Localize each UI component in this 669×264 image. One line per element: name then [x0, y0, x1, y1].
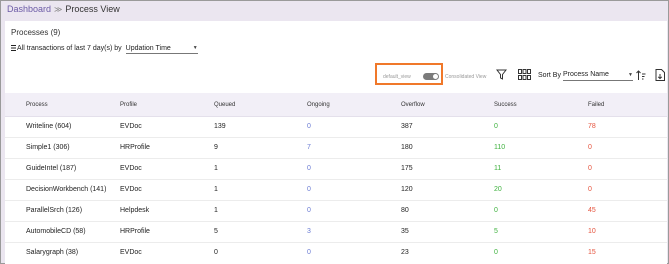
- sort-by-select[interactable]: Process Name ▼: [563, 69, 633, 81]
- column-header-success[interactable]: Success: [494, 102, 517, 108]
- column-header-queued[interactable]: Queued: [214, 102, 235, 108]
- view-toggle-switch[interactable]: [423, 73, 439, 80]
- overflow-count: 387: [401, 123, 413, 130]
- overflow-count: 80: [401, 207, 409, 214]
- profile-name: Helpdesk: [120, 207, 150, 214]
- table-row[interactable]: Salarygraph (38) EVDoc 0 0 23 0 15: [5, 243, 667, 264]
- failed-count: 0: [588, 186, 592, 193]
- consolidated-view-label: Consolidated View: [445, 74, 487, 80]
- success-count: 0: [494, 249, 498, 256]
- queued-count: 1: [214, 186, 218, 193]
- ongoing-count: 7: [307, 144, 311, 151]
- chevron-down-icon: ▼: [192, 45, 198, 51]
- breadcrumb-dashboard-link[interactable]: Dashboard: [7, 4, 51, 14]
- ongoing-count: 0: [307, 207, 311, 214]
- success-count: 0: [494, 123, 498, 130]
- processes-heading: Processes (9): [11, 28, 61, 37]
- filter-icon[interactable]: [495, 68, 507, 80]
- failed-count: 15: [588, 249, 596, 256]
- queued-count: 9: [214, 144, 218, 151]
- breadcrumb-current: Process View: [65, 4, 120, 14]
- column-header-process[interactable]: Process: [26, 102, 48, 108]
- queued-count: 1: [214, 165, 218, 172]
- failed-count: 78: [588, 123, 596, 130]
- process-name: GuideIntel (187): [26, 165, 77, 172]
- chevron-down-icon: ▼: [628, 71, 633, 78]
- column-header-ongoing[interactable]: Ongoing: [307, 102, 330, 108]
- ongoing-count: 0: [307, 186, 311, 193]
- process-panel: Processes (9) All transactions of last 7…: [5, 21, 667, 264]
- column-header-failed[interactable]: Failed: [588, 102, 604, 108]
- updation-time-select[interactable]: Updation Time ▼: [125, 43, 198, 54]
- ongoing-count: 0: [307, 249, 311, 256]
- queued-count: 5: [214, 228, 218, 235]
- breadcrumb: Dashboard ≫ Process View: [7, 4, 120, 14]
- overflow-count: 23: [401, 249, 409, 256]
- app-window: Dashboard ≫ Process View Processes (9) All…: [0, 0, 669, 264]
- queued-count: 1: [214, 207, 218, 214]
- process-name: AutomobileCD (58): [26, 228, 86, 235]
- filter-label: All transactions of last 7 day(s) by: [17, 45, 122, 52]
- success-count: 11: [494, 165, 502, 172]
- table-row[interactable]: DecisionWorkbench (141) EVDoc 1 0 120 20…: [5, 180, 667, 201]
- success-count: 5: [494, 228, 498, 235]
- table-header: Process Profile Queued Ongoing Overflow …: [5, 93, 667, 117]
- failed-count: 10: [588, 228, 596, 235]
- process-name: Salarygraph (38): [26, 249, 79, 256]
- failed-count: 0: [588, 144, 592, 151]
- profile-name: HRProfile: [120, 228, 150, 235]
- profile-name: EVDoc: [120, 186, 142, 193]
- overflow-count: 120: [401, 186, 413, 193]
- sort-by-label: Sort By: [538, 72, 561, 79]
- profile-name: HRProfile: [120, 144, 150, 151]
- ongoing-count: 3: [307, 228, 311, 235]
- process-name: Writeline (604): [26, 123, 72, 130]
- table-row[interactable]: AutomobileCD (58) HRProfile 5 3 35 5 10: [5, 222, 667, 243]
- table-row[interactable]: GuideIntel (187) EVDoc 1 0 175 11 0: [5, 159, 667, 180]
- profile-name: EVDoc: [120, 165, 142, 172]
- sort-order-icon[interactable]: [636, 69, 646, 81]
- column-header-profile[interactable]: Profile: [120, 102, 137, 108]
- default-view-label: default_view: [383, 74, 411, 80]
- process-name: Simple1 (306): [26, 144, 70, 151]
- failed-count: 0: [588, 165, 592, 172]
- toggle-knob: [433, 74, 438, 79]
- queued-count: 0: [214, 249, 218, 256]
- success-count: 110: [494, 144, 506, 151]
- success-count: 0: [494, 207, 498, 214]
- updation-time-value: Updation Time: [125, 44, 171, 52]
- list-icon: [11, 44, 16, 53]
- ongoing-count: 0: [307, 123, 311, 130]
- profile-name: EVDoc: [120, 249, 142, 256]
- process-name: ParallelSrch (126): [26, 207, 83, 214]
- overflow-count: 180: [401, 144, 413, 151]
- success-count: 20: [494, 186, 502, 193]
- breadcrumb-separator: ≫: [54, 5, 63, 14]
- profile-name: EVDoc: [120, 123, 142, 130]
- table-row[interactable]: Simple1 (306) HRProfile 9 7 180 110 0: [5, 138, 667, 159]
- sort-by-value: Process Name: [563, 71, 609, 78]
- failed-count: 45: [588, 207, 596, 214]
- overflow-count: 35: [401, 228, 409, 235]
- columns-icon[interactable]: [517, 68, 531, 80]
- export-icon[interactable]: [654, 68, 665, 81]
- column-header-overflow[interactable]: Overflow: [401, 102, 425, 108]
- overflow-count: 175: [401, 165, 413, 172]
- table-row[interactable]: Writeline (604) EVDoc 139 0 387 0 78: [5, 117, 667, 138]
- table-row[interactable]: ParallelSrch (126) Helpdesk 1 0 80 0 45: [5, 201, 667, 222]
- transactions-filter: All transactions of last 7 day(s) by Upd…: [11, 43, 198, 54]
- process-name: DecisionWorkbench (141): [26, 186, 107, 193]
- ongoing-count: 0: [307, 165, 311, 172]
- queued-count: 139: [214, 123, 226, 130]
